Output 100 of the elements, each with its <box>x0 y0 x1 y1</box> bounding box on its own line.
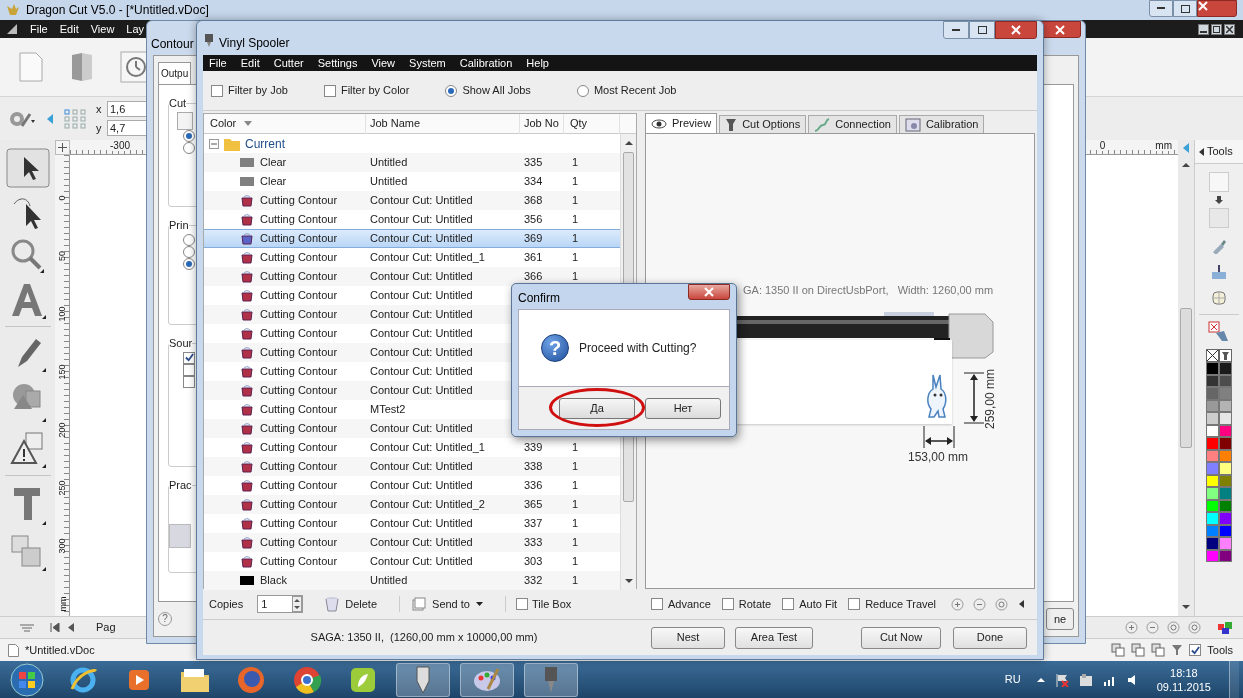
fill-swatch[interactable] <box>1209 172 1229 192</box>
color-swatch[interactable] <box>1219 537 1232 550</box>
color-swatch[interactable] <box>1219 512 1232 525</box>
menu-item[interactable]: File <box>209 54 227 72</box>
zoom-in-icon[interactable] <box>951 597 965 611</box>
menu-item[interactable]: Edit <box>240 54 260 72</box>
language-indicator[interactable]: RU <box>1004 671 1021 688</box>
job-row[interactable]: Cutting Contour Contour Cut: Untitled_2 365 1 <box>204 495 620 514</box>
job-row[interactable]: Cutting Contour Contour Cut: Untitled 338 1 <box>204 457 620 476</box>
color-swatch[interactable] <box>1219 437 1232 450</box>
app-menu-icon[interactable] <box>6 23 18 35</box>
column-header[interactable]: Qty <box>570 115 588 132</box>
zoom-fit-icon[interactable] <box>1167 621 1180 634</box>
checkbox[interactable] <box>1189 644 1202 656</box>
scroll-up-icon[interactable] <box>1182 162 1190 168</box>
scroll-down-icon[interactable] <box>1182 604 1190 610</box>
outline-swatch[interactable] <box>1209 208 1229 228</box>
sort-icon[interactable] <box>244 121 253 126</box>
document-icon[interactable] <box>8 643 19 657</box>
zoom-out-icon[interactable] <box>1146 621 1159 634</box>
dialog-button[interactable]: Done <box>953 626 1027 649</box>
pointer-tool-icon[interactable] <box>5 148 50 188</box>
menu-item[interactable]: Settings <box>317 54 358 72</box>
radio-button[interactable] <box>183 233 195 246</box>
clock-time[interactable]: 18:18 <box>1170 665 1198 680</box>
eyedropper-icon[interactable] <box>1211 238 1227 254</box>
color-swatch[interactable] <box>1206 462 1219 475</box>
dialog-button[interactable]: ne <box>1046 608 1074 630</box>
job-row[interactable]: Cutting Contour Contour Cut: Untitled 366 1 <box>204 267 620 286</box>
send-to-button[interactable]: Send to <box>399 595 483 613</box>
color-swatch[interactable] <box>1206 487 1219 500</box>
close-button[interactable] <box>1197 0 1237 17</box>
dialog-button[interactable]: Нет <box>645 397 721 419</box>
left-arrow-icon[interactable] <box>1182 142 1190 154</box>
arrange-forward-icon[interactable] <box>1151 643 1166 657</box>
menu-item[interactable]: File <box>30 20 48 38</box>
job-row[interactable]: Cutting Contour Contour Cut: Untitled 369 1 <box>204 229 620 248</box>
menu-item[interactable]: View <box>90 20 115 38</box>
cutter-swatch-icon[interactable] <box>1219 349 1232 362</box>
arrange-back-icon[interactable] <box>1131 643 1146 657</box>
tab[interactable]: Outpu <box>158 62 192 84</box>
menu-item[interactable]: Help <box>526 54 549 72</box>
zoom-fit-icon[interactable] <box>995 597 1009 611</box>
flag-icon[interactable] <box>1054 672 1069 687</box>
job-row[interactable]: Clear Untitled 335 1 <box>204 153 620 172</box>
radio-button[interactable] <box>576 84 589 97</box>
previous-page-icon[interactable] <box>68 623 74 632</box>
dialog-button[interactable]: Cut Now <box>861 626 941 649</box>
maximize-button[interactable] <box>1173 0 1197 17</box>
color-grid-icon[interactable] <box>1217 620 1233 635</box>
collapse-icon[interactable] <box>1019 600 1025 608</box>
job-row[interactable]: Cutting Contour Contour Cut: Untitled 368 1 <box>204 191 620 210</box>
pen-icon[interactable] <box>396 662 450 697</box>
color-swatch[interactable] <box>1219 462 1232 475</box>
cutter-icon[interactable] <box>524 662 578 697</box>
delete-button[interactable]: Delete <box>325 595 378 613</box>
dialog-button[interactable]: Area Test <box>735 626 813 649</box>
maximize-button[interactable] <box>969 21 995 39</box>
stamp-icon[interactable] <box>1211 264 1227 280</box>
column-header[interactable]: Color <box>210 115 237 132</box>
color-swatch[interactable] <box>1219 387 1232 400</box>
color-swatch[interactable] <box>1219 487 1232 500</box>
dropdown[interactable] <box>177 111 193 130</box>
color-swatch[interactable] <box>1206 512 1219 525</box>
zoom-page-icon[interactable] <box>1188 621 1201 634</box>
radio-button[interactable] <box>183 257 195 270</box>
palette-icon[interactable] <box>460 662 514 697</box>
radio-button[interactable] <box>183 141 195 154</box>
menu-item[interactable]: Edit <box>59 20 79 38</box>
tab[interactable]: Connection <box>808 115 897 133</box>
radio-button[interactable] <box>183 245 195 258</box>
tab[interactable]: Calibration <box>898 115 985 133</box>
menu-item[interactable]: Lay <box>126 20 145 38</box>
arrange-front-icon[interactable] <box>1111 643 1126 657</box>
copies-field[interactable]: 1 <box>257 595 304 613</box>
expand-toggle[interactable] <box>209 138 219 149</box>
minimize-button[interactable] <box>1198 23 1209 35</box>
color-swatch[interactable] <box>1219 412 1232 425</box>
checkbox[interactable] <box>721 598 734 610</box>
color-swatch[interactable] <box>1206 362 1219 375</box>
left-arrow-icon[interactable] <box>46 112 54 125</box>
spinner-arrows-icon[interactable] <box>292 596 303 612</box>
show-hidden-icons-icon[interactable] <box>1036 676 1045 683</box>
checkbox[interactable] <box>211 84 223 97</box>
minimize-button[interactable] <box>943 21 969 39</box>
checkbox[interactable] <box>651 598 663 610</box>
color-swatch[interactable] <box>1219 362 1232 375</box>
zoom-out-icon[interactable] <box>973 597 987 611</box>
filter-icon[interactable] <box>1171 644 1184 656</box>
close-button[interactable] <box>995 21 1037 39</box>
column-header[interactable]: Job Name <box>370 115 421 132</box>
crosshair-icon[interactable] <box>58 143 67 152</box>
no-fill-bucket-icon[interactable] <box>1208 321 1230 343</box>
network-icon[interactable] <box>1078 672 1093 687</box>
book-icon[interactable] <box>70 51 94 83</box>
minimize-button[interactable] <box>1149 0 1173 17</box>
first-page-icon[interactable] <box>50 623 60 632</box>
menu-item[interactable]: System <box>409 54 446 72</box>
menu-item[interactable]: View <box>371 54 396 72</box>
job-row[interactable]: Cutting Contour Contour Cut: Untitled 333 1 <box>204 533 620 552</box>
